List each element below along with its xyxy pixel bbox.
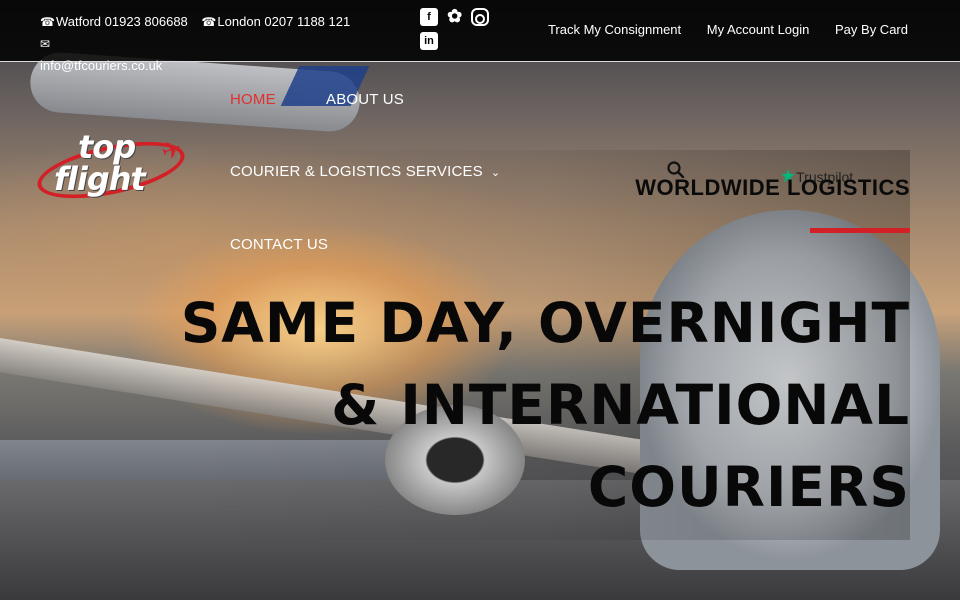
- headline-line-1: SAME DAY, OVERNIGHT: [180, 291, 910, 355]
- utility-links: Track My Consignment My Account Login Pa…: [526, 22, 908, 37]
- hero-headline: SAME DAY, OVERNIGHT & INTERNATIONAL COUR…: [150, 282, 910, 528]
- account-login-link[interactable]: My Account Login: [707, 22, 810, 37]
- pay-by-card-link[interactable]: Pay By Card: [835, 22, 908, 37]
- hero-subtitle: WORLDWIDE LOGISTICS: [635, 175, 910, 200]
- london-phone-link[interactable]: ☎London 0207 1188 121: [201, 11, 350, 33]
- subtitle-underline-divider: [810, 228, 910, 233]
- nav-home[interactable]: HOME: [230, 91, 276, 108]
- contact-info: ☎Watford 01923 806688 ☎London 0207 1188 …: [40, 11, 390, 77]
- social-links: f ✿ in: [420, 7, 510, 56]
- envelope-icon: ✉: [40, 37, 51, 51]
- nav-contact-us[interactable]: CONTACT US: [230, 236, 328, 253]
- phone-icon: ☎: [201, 15, 217, 29]
- chevron-down-icon: ⌄: [490, 167, 501, 179]
- top-flight-logo[interactable]: top flight ✈: [32, 128, 190, 212]
- track-consignment-link[interactable]: Track My Consignment: [548, 22, 681, 37]
- email-link[interactable]: ✉ info@tfcouriers.co.uk: [40, 33, 162, 77]
- headline-line-2: & INTERNATIONAL: [331, 373, 910, 437]
- phone-icon: ☎: [40, 15, 55, 29]
- twitter-icon[interactable]: ✿: [446, 7, 464, 26]
- headline-line-3: COURIERS: [587, 455, 910, 519]
- top-utility-bar: ☎Watford 01923 806688 ☎London 0207 1188 …: [0, 0, 960, 73]
- instagram-icon[interactable]: [471, 8, 490, 26]
- linkedin-icon[interactable]: in: [420, 32, 438, 50]
- nav-courier-logistics-services[interactable]: COURIER & LOGISTICS SERVICES ⌄: [230, 163, 500, 180]
- nav-about-us[interactable]: ABOUT US: [326, 91, 404, 108]
- watford-phone-link[interactable]: ☎Watford 01923 806688: [40, 11, 188, 33]
- facebook-icon[interactable]: f: [420, 8, 438, 26]
